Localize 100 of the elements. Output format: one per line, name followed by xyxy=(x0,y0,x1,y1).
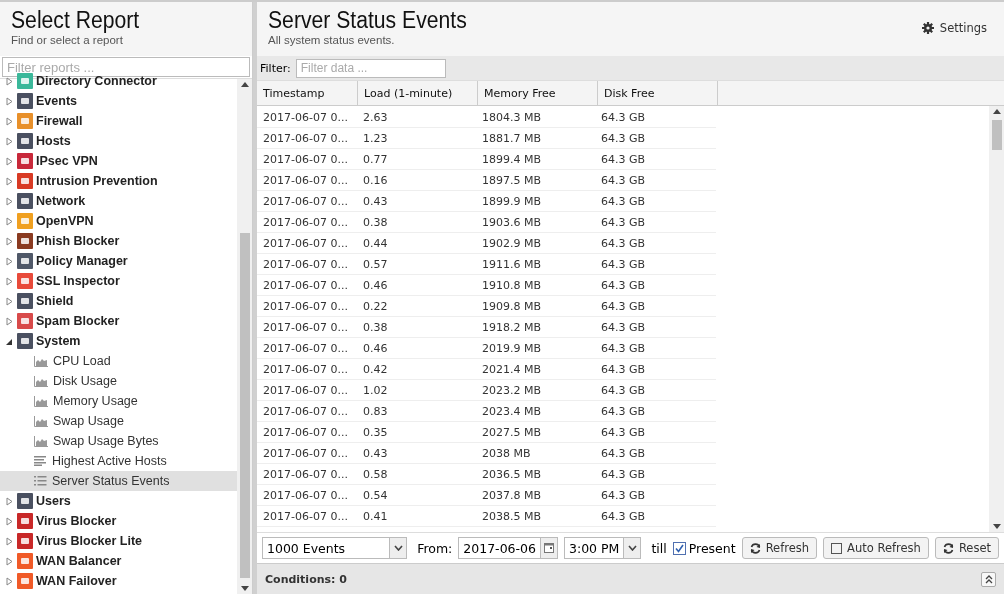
refresh-icon xyxy=(749,542,761,554)
tree-item[interactable]: WAN Balancer xyxy=(0,551,237,571)
auto-refresh-button[interactable]: Auto Refresh xyxy=(823,537,929,559)
filter-label: Filter: xyxy=(260,61,291,75)
area-chart-icon xyxy=(34,375,48,387)
report-item[interactable]: Highest Active Hosts xyxy=(0,451,237,471)
scrollbar-thumb[interactable] xyxy=(239,233,250,578)
report-item[interactable]: Swap Usage xyxy=(0,411,237,431)
table-cell-text: 0.16 xyxy=(362,172,389,189)
column-header[interactable]: Disk Free xyxy=(598,81,718,105)
report-item[interactable]: Disk Usage xyxy=(0,371,237,391)
table-cell-text: 64.3 GB xyxy=(600,172,647,189)
from-label: From: xyxy=(417,540,453,556)
table-cell-text: 1911.6 MB xyxy=(481,256,543,273)
refresh-button[interactable]: Refresh xyxy=(741,537,818,559)
scroll-down-arrow-icon[interactable] xyxy=(240,586,249,591)
table-cell-text: 64.3 GB xyxy=(600,445,647,462)
tree-item[interactable]: Shield xyxy=(0,291,237,311)
table-cell-text: 2017-06-07 0... xyxy=(262,466,349,483)
settings-icon xyxy=(921,22,934,34)
table-cell-text: 2017-06-07 0... xyxy=(262,340,349,357)
scrollbar-thumb[interactable] xyxy=(991,120,1002,150)
filter-reports-field[interactable]: Filter reports ... xyxy=(2,57,250,77)
tree-item[interactable]: OpenVPN xyxy=(0,211,237,231)
table-cell-text: 0.42 xyxy=(362,361,389,378)
report-item[interactable]: Memory Usage xyxy=(0,391,237,411)
tree-item[interactable]: Events xyxy=(0,91,237,111)
column-header[interactable]: Timestamp xyxy=(257,81,358,105)
column-header[interactable]: Memory Free xyxy=(478,81,598,105)
tree-item[interactable]: WAN Failover xyxy=(0,571,237,591)
list-icon xyxy=(34,476,47,486)
date-field[interactable]: 2017-06-06 xyxy=(458,537,558,559)
table-cell-text: 64.3 GB xyxy=(600,298,647,315)
collapse-button[interactable] xyxy=(981,571,996,587)
tree-item[interactable]: Hosts xyxy=(0,131,237,151)
table-cell-text: 64.3 GB xyxy=(600,277,647,294)
table-cell-text: 2017-06-07 0... xyxy=(262,277,349,294)
table-cell-text: 1918.2 MB xyxy=(481,319,543,336)
tree-item[interactable]: Intrusion Prevention xyxy=(0,171,237,191)
settings-button[interactable]: Settings xyxy=(915,21,993,35)
tree-item[interactable]: System xyxy=(0,331,237,351)
table-cell-text: 0.83 xyxy=(362,403,389,420)
table-cell-text: 64.3 GB xyxy=(600,340,647,357)
table-cell-text: 2017-06-07 0... xyxy=(262,487,349,504)
table-cell-text: 64.3 GB xyxy=(600,361,647,378)
table-cell-text: 0.35 xyxy=(362,424,389,441)
event-limit-dropdown[interactable]: 1000 Events xyxy=(262,537,408,559)
tree-item[interactable]: SSL Inspector xyxy=(0,271,237,291)
report-item[interactable]: CPU Load xyxy=(0,351,237,371)
time-dropdown[interactable]: 3:00 PM xyxy=(563,537,642,559)
table-cell-text: 2.63 xyxy=(362,109,389,126)
report-subtitle: All system status events. xyxy=(268,34,396,46)
tree-item[interactable]: Virus Blocker Lite xyxy=(0,531,237,551)
reset-button[interactable]: Reset xyxy=(934,537,999,559)
table-cell-text: 0.38 xyxy=(362,319,389,336)
table-cell-text: 2017-06-07 0... xyxy=(262,319,349,336)
tree-item[interactable]: Policy Manager xyxy=(0,251,237,271)
tree-item[interactable]: Spam Blocker xyxy=(0,311,237,331)
scrollbar[interactable] xyxy=(237,79,252,594)
table-cell-text: 2037.8 MB xyxy=(481,487,543,504)
scroll-down-arrow-icon[interactable] xyxy=(992,524,1001,529)
table-cell-text: 1.23 xyxy=(362,130,389,147)
table-cell-text: 0.58 xyxy=(362,466,389,483)
filter-data-field[interactable]: Filter data ... xyxy=(295,58,446,78)
area-chart-icon xyxy=(34,415,48,427)
column-header[interactable]: Load (1-minute) xyxy=(358,81,478,105)
tree-item[interactable]: Firewall xyxy=(0,111,237,131)
tree-item[interactable]: Users xyxy=(0,491,237,511)
report-item[interactable]: Server Status Events xyxy=(0,471,237,491)
conditions-label: Conditions: 0 xyxy=(265,572,347,586)
table-cell-text: 2017-06-07 0... xyxy=(262,235,349,252)
scroll-up-arrow-icon[interactable] xyxy=(240,82,249,87)
table-cell-text: 64.3 GB xyxy=(600,109,647,126)
table-cell-text: 2017-06-07 0... xyxy=(262,424,349,441)
table-cell-text: 1910.8 MB xyxy=(481,277,543,294)
calendar-icon xyxy=(543,543,554,553)
table-cell-text: 64.3 GB xyxy=(600,319,647,336)
table-cell-text: 2017-06-07 0... xyxy=(262,361,349,378)
table-cell-text: 2038.5 MB xyxy=(481,508,543,525)
checkmark-icon xyxy=(674,543,684,553)
tree-item[interactable]: Phish Blocker xyxy=(0,231,237,251)
table-cell-text: 0.22 xyxy=(362,298,389,315)
table-cell-text: 1902.9 MB xyxy=(481,235,543,252)
table-cell-text: 64.3 GB xyxy=(600,256,647,273)
tree-item[interactable]: IPsec VPN xyxy=(0,151,237,171)
table-cell-text: 0.43 xyxy=(362,193,389,210)
report-item[interactable]: Swap Usage Bytes xyxy=(0,431,237,451)
table-cell-text: 0.44 xyxy=(362,235,389,252)
table-cell-text: 2017-06-07 0... xyxy=(262,214,349,231)
tree-item[interactable]: Virus Blocker xyxy=(0,511,237,531)
tree-item[interactable]: Network xyxy=(0,191,237,211)
table-cell-text: 0.57 xyxy=(362,256,389,273)
table-cell-text: 64.3 GB xyxy=(600,466,647,483)
table-cell-text: 0.77 xyxy=(362,151,389,168)
table-cell-text: 64.3 GB xyxy=(600,235,647,252)
scroll-up-arrow-icon[interactable] xyxy=(992,109,1001,114)
present-checkbox[interactable]: Present xyxy=(672,540,736,556)
scrollbar[interactable] xyxy=(989,106,1004,532)
table-cell-text: 64.3 GB xyxy=(600,214,647,231)
table-cell-text: 1899.4 MB xyxy=(481,151,543,168)
